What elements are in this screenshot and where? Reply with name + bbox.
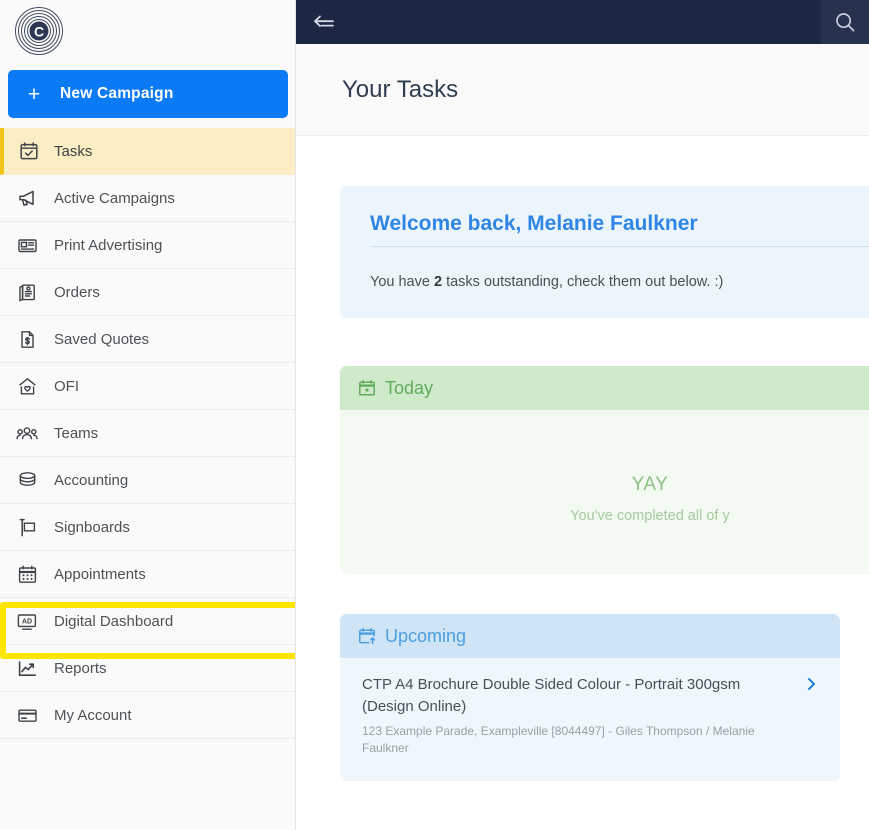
today-empty-subtitle: You've completed all of y (570, 508, 730, 524)
sidebar-item-ofi[interactable]: OFI (0, 363, 295, 410)
welcome-text-before: You have (370, 274, 434, 290)
ad-monitor-icon: AD (0, 611, 54, 632)
welcome-subtext: You have 2 tasks outstanding, check them… (370, 274, 869, 290)
sidebar-item-label: Saved Quotes (54, 330, 150, 348)
today-panel-body: YAY You've completed all of y (340, 410, 869, 574)
sidebar-item-appointments[interactable]: Appointments (0, 551, 295, 598)
calendar-today-icon (358, 379, 376, 397)
sidebar-item-print-advertising[interactable]: Print Advertising (0, 222, 295, 269)
page-title: Your Tasks (342, 75, 459, 103)
content-scroll-area: Welcome back, Melanie Faulkner You have … (296, 136, 869, 782)
page-header: Your Tasks (296, 44, 869, 136)
outstanding-task-count: 2 (433, 274, 443, 290)
today-panel-title: Today (385, 377, 434, 398)
credit-card-icon (0, 705, 54, 726)
calendar-check-icon (4, 141, 54, 161)
today-panel-header: Today (340, 366, 869, 410)
welcome-title: Welcome back, Melanie Faulkner (370, 212, 869, 247)
today-empty-title: YAY (631, 474, 669, 495)
sidebar-item-label: Tasks (54, 142, 93, 160)
megaphone-icon (0, 188, 54, 209)
line-chart-icon (0, 658, 54, 679)
upcoming-panel-header: Upcoming (340, 614, 840, 658)
house-heart-icon (0, 376, 54, 397)
task-title: CTP A4 Brochure Double Sided Colour - Po… (362, 676, 741, 715)
sidebar-item-label: OFI (54, 377, 79, 395)
sidebar-item-active-campaigns[interactable]: Active Campaigns (0, 175, 295, 222)
signboard-icon (0, 517, 54, 538)
sidebar-item-accounting[interactable]: Accounting (0, 457, 295, 504)
sidebar-item-digital-dashboard[interactable]: AD Digital Dashboard (0, 598, 295, 645)
main-area: Your Tasks Welcome back, Melanie Faulkne… (296, 0, 869, 830)
svg-text:AD: AD (22, 618, 32, 625)
list-item[interactable]: CTP A4 Brochure Double Sided Colour - Po… (362, 674, 822, 757)
new-campaign-button[interactable]: + New Campaign (8, 70, 288, 118)
sidebar-item-label: Teams (54, 424, 99, 442)
today-panel: Today YAY You've completed all of y (340, 366, 869, 574)
welcome-text-after: tasks outstanding, check them out below.… (442, 274, 724, 290)
sidebar-item-label: My Account (54, 706, 132, 724)
sidebar-item-label: Print Advertising (54, 236, 163, 254)
plus-icon: + (27, 82, 41, 106)
task-text-block: CTP A4 Brochure Double Sided Colour - Po… (362, 674, 800, 757)
brochure-icon (0, 282, 54, 303)
sidebar-item-label: Digital Dashboard (54, 612, 174, 630)
app-root: C + New Campaign Tasks Active Campaigns … (0, 0, 869, 830)
document-dollar-icon (0, 329, 54, 350)
sidebar-item-label: Signboards (54, 518, 130, 536)
chevron-right-icon[interactable] (800, 674, 822, 692)
sidebar-item-label: Accounting (54, 471, 129, 489)
sidebar-item-label: Appointments (54, 565, 146, 583)
people-group-icon (0, 423, 54, 444)
newspaper-icon (0, 235, 54, 256)
sidebar-item-reports[interactable]: Reports (0, 645, 295, 692)
svg-text:C: C (34, 24, 44, 40)
sidebar-item-label: Orders (54, 283, 100, 301)
sidebar-item-orders[interactable]: Orders (0, 269, 295, 316)
sidebar-item-saved-quotes[interactable]: Saved Quotes (0, 316, 295, 363)
new-campaign-label: New Campaign (60, 85, 174, 102)
sidebar-item-my-account[interactable]: My Account (0, 692, 295, 739)
calendar-grid-icon (0, 564, 54, 585)
sidebar-item-teams[interactable]: Teams (0, 410, 295, 457)
sidebar-item-tasks[interactable]: Tasks (0, 128, 295, 175)
coins-stack-icon (0, 470, 54, 491)
sidebar-item-signboards[interactable]: Signboards (0, 504, 295, 551)
search-icon[interactable] (821, 0, 869, 44)
upcoming-panel-body: CTP A4 Brochure Double Sided Colour - Po… (340, 658, 840, 782)
task-meta: 123 Example Parade, Exampleville [804449… (362, 723, 755, 755)
logo-container[interactable]: C (0, 0, 295, 62)
concentric-circles-c-logo-icon: C (14, 6, 64, 56)
sidebar-item-label: Reports (54, 659, 107, 677)
calendar-upcoming-icon (358, 627, 376, 645)
sidebar: C + New Campaign Tasks Active Campaigns … (0, 0, 296, 830)
upcoming-panel: Upcoming CTP A4 Brochure Double Sided Co… (340, 614, 840, 782)
upcoming-panel-title: Upcoming (385, 625, 467, 646)
collapse-arrow-left-icon[interactable] (296, 0, 352, 44)
sidebar-item-label: Active Campaigns (54, 189, 175, 207)
topbar (296, 0, 869, 44)
welcome-card: Welcome back, Melanie Faulkner You have … (340, 186, 869, 318)
sidebar-nav: Tasks Active Campaigns Print Advertising… (0, 128, 295, 739)
